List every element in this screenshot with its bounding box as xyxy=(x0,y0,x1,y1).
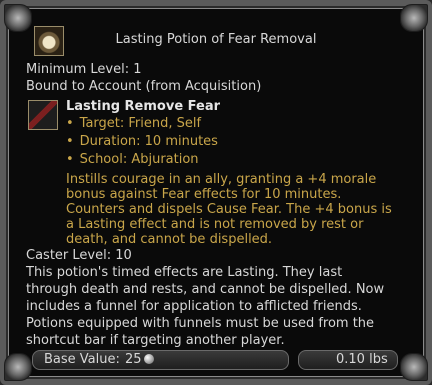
remove-fear-icon xyxy=(28,100,58,130)
silver-coin-icon xyxy=(144,354,154,364)
frame-corner-top-left xyxy=(4,4,32,32)
base-value-label: Base Value: xyxy=(44,352,120,367)
spell-description: Instills courage in an ally, granting a … xyxy=(66,172,406,247)
base-value: 25 xyxy=(125,352,142,367)
spell-description-line: death, and cannot be dispelled. xyxy=(66,232,273,247)
spell-name: Lasting Remove Fear xyxy=(66,99,221,114)
spell-description-line: Counters and dispels Cause Fear. The +4 … xyxy=(66,202,392,217)
spell-duration: Duration: 10 minutes xyxy=(66,133,218,151)
item-info-line: through death and rests, and cannot be d… xyxy=(26,282,385,297)
minimum-level: Minimum Level: 1 xyxy=(26,62,142,77)
item-info: This potion's timed effects are Lasting.… xyxy=(26,264,400,349)
item-info-line: Potions equipped with funnels must be us… xyxy=(26,316,375,331)
item-info-line: This potion's timed effects are Lasting.… xyxy=(26,265,343,280)
spell-description-line: a Lasting effect and is not removed by r… xyxy=(66,217,364,232)
item-weight: 0.10 lbs xyxy=(336,352,388,367)
spell-description-line: Instills courage in an ally, granting a … xyxy=(66,172,377,187)
item-info-line: shortcut bar if targeting another player… xyxy=(26,333,285,348)
binding-status: Bound to Account (from Acquisition) xyxy=(26,79,262,94)
item-info-line: includes a funnel for application to aff… xyxy=(26,299,362,314)
frame-corner-top-right xyxy=(400,4,428,32)
spell-properties: Target: Friend, Self Duration: 10 minute… xyxy=(66,115,218,169)
spell-description-line: bonus against Fear effects for 10 minute… xyxy=(66,187,342,202)
item-title: Lasting Potion of Fear Removal xyxy=(115,32,317,47)
spell-target: Target: Friend, Self xyxy=(66,115,218,133)
frame-corner-bottom-left xyxy=(4,353,32,381)
caster-level: Caster Level: 10 xyxy=(26,248,132,263)
spell-school: School: Abjuration xyxy=(66,151,218,169)
frame-corner-bottom-right xyxy=(400,353,428,381)
